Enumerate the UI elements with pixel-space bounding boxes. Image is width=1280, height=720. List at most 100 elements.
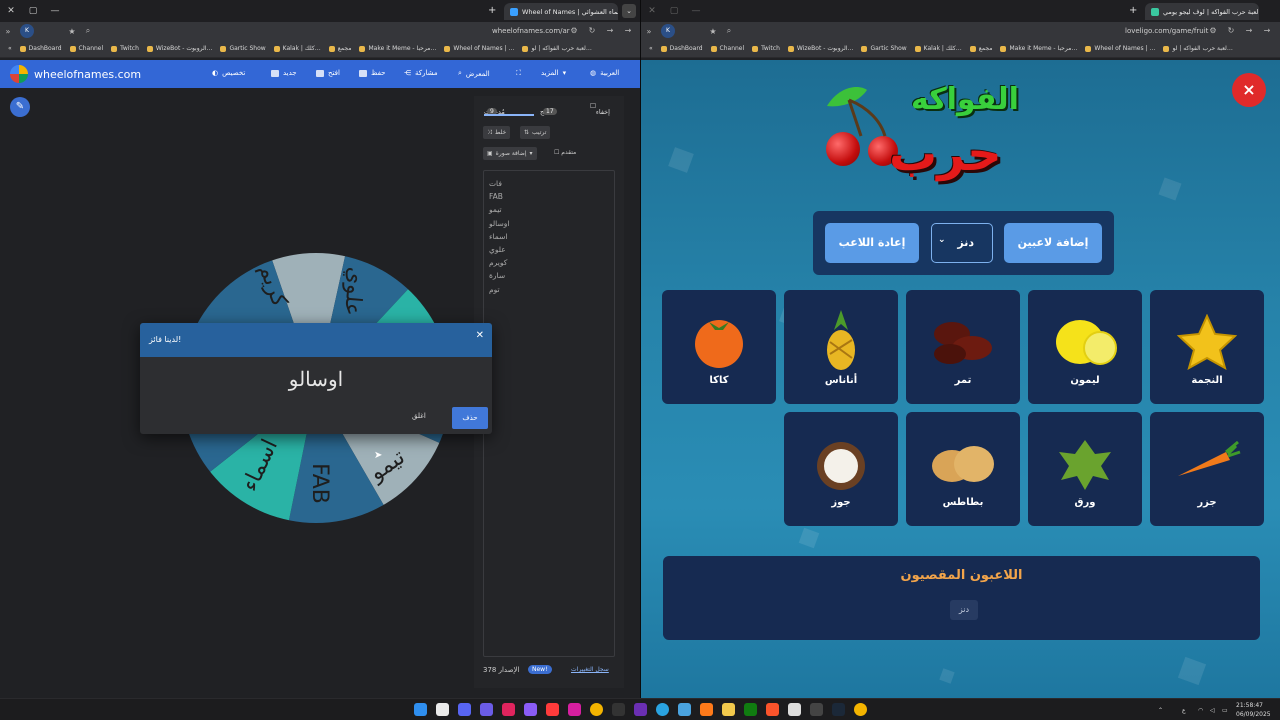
- open-button[interactable]: افتح: [316, 69, 340, 77]
- app-icon[interactable]: [634, 703, 647, 716]
- tray-chevron-icon[interactable]: ⌃: [1158, 707, 1163, 714]
- add-image-button[interactable]: ▣ إضافة صورة ▾: [483, 147, 537, 160]
- bookmark[interactable]: Make it Meme - مرحبا…: [1000, 45, 1077, 52]
- bookmark[interactable]: Twitch: [752, 45, 780, 52]
- tab-search-icon[interactable]: ⌄: [622, 4, 636, 18]
- close-game-button[interactable]: ×: [1232, 73, 1266, 107]
- new-tab-icon[interactable]: +: [1129, 5, 1137, 16]
- minimize-icon[interactable]: —: [685, 6, 707, 16]
- fruit-card-potatoes[interactable]: بطاطس: [906, 412, 1020, 526]
- customize-button[interactable]: ◐ تخصيص: [212, 69, 245, 77]
- add-players-button[interactable]: إضافة لاعبين: [1004, 223, 1102, 263]
- shuffle-button[interactable]: ⤨ خلط: [483, 126, 511, 139]
- bookmark[interactable]: لعبة حرب الفواكه | لو…: [1163, 45, 1232, 52]
- fruit-card-leaves[interactable]: ورق: [1028, 412, 1142, 526]
- minimize-icon[interactable]: —: [44, 6, 66, 16]
- extensions-icon[interactable]: »: [0, 27, 16, 36]
- maximize-icon[interactable]: ▢: [663, 6, 685, 16]
- back-icon[interactable]: →: [1259, 26, 1275, 35]
- entries-textarea[interactable]: فات FAB تيمو اوسالو اسماء علوي كويرم سار…: [483, 170, 615, 657]
- hide-toggle[interactable]: ☐ إخفاء: [590, 102, 610, 116]
- search-icon[interactable]: ⌕: [80, 26, 96, 36]
- close-dialog-button[interactable]: اغلق: [412, 412, 426, 420]
- bookmark[interactable]: DashBoard: [20, 45, 62, 52]
- app-icon[interactable]: [810, 703, 823, 716]
- bookmark[interactable]: Make it Meme - مرحبا…: [359, 45, 436, 52]
- url-text[interactable]: loveligo.com/game/fruit: [1125, 27, 1208, 35]
- close-window-icon[interactable]: ✕: [0, 6, 22, 16]
- xbox-icon[interactable]: [744, 703, 757, 716]
- all-bookmarks-icon[interactable]: «: [8, 45, 12, 52]
- clock-date[interactable]: 06/09/2025: [1236, 711, 1271, 718]
- changelog-link[interactable]: سجل التغييرات: [571, 666, 609, 673]
- bookmark[interactable]: Gartic Show: [220, 45, 265, 52]
- steam-icon[interactable]: [832, 703, 845, 716]
- app-icon[interactable]: [524, 703, 537, 716]
- bookmark[interactable]: Channel: [711, 45, 745, 52]
- instagram-icon[interactable]: [568, 703, 581, 716]
- brave-icon[interactable]: [766, 703, 779, 716]
- start-icon[interactable]: [414, 703, 427, 716]
- telegram-icon[interactable]: [656, 703, 669, 716]
- bookmark[interactable]: Gartic Show: [861, 45, 906, 52]
- bookmark[interactable]: مجمع: [970, 45, 993, 52]
- app-icon[interactable]: [480, 703, 493, 716]
- fruit-card-carrot[interactable]: جزر: [1150, 412, 1264, 526]
- reload-icon[interactable]: ↻: [584, 26, 600, 35]
- profile-icon[interactable]: K: [661, 24, 675, 38]
- app-title[interactable]: wheelofnames.com: [34, 68, 141, 81]
- more-button[interactable]: المزيد ▾: [541, 69, 566, 77]
- fruit-card-persimmon[interactable]: كاكا: [662, 290, 776, 404]
- back-icon[interactable]: →: [620, 26, 636, 35]
- extensions-icon[interactable]: »: [641, 27, 657, 36]
- bookmark[interactable]: Kalak | كلك…: [915, 45, 962, 52]
- new-tab-icon[interactable]: +: [488, 5, 496, 16]
- profile-icon[interactable]: K: [20, 24, 34, 38]
- fruit-card-lemon[interactable]: ليمون: [1028, 290, 1142, 404]
- bookmark[interactable]: لعبة حرب الفواكه | لو…: [522, 45, 591, 52]
- bookmark[interactable]: Wheel of Names | …: [1085, 45, 1155, 52]
- reload-icon[interactable]: ↻: [1223, 26, 1239, 35]
- site-settings-icon[interactable]: ⚙: [566, 26, 582, 35]
- site-settings-icon[interactable]: ⚙: [1205, 26, 1221, 35]
- gallery-button[interactable]: ⌕ المعرض: [458, 69, 490, 78]
- discord-icon[interactable]: [458, 703, 471, 716]
- sort-button[interactable]: ⇅ ترتيب: [520, 126, 551, 139]
- bookmark[interactable]: مجمع: [329, 45, 352, 52]
- chrome-icon[interactable]: [854, 703, 867, 716]
- app-icon[interactable]: [678, 703, 691, 716]
- bookmark-star-icon[interactable]: ★: [705, 27, 721, 36]
- bookmark[interactable]: Channel: [70, 45, 104, 52]
- new-button[interactable]: جديد: [271, 69, 297, 77]
- app-icon[interactable]: [502, 703, 515, 716]
- fruit-card-starfruit[interactable]: النجمة: [1150, 290, 1264, 404]
- forward-icon[interactable]: →: [1241, 26, 1257, 35]
- fruit-card-coconut[interactable]: جوز: [784, 412, 898, 526]
- battery-icon[interactable]: ▭: [1222, 707, 1228, 714]
- language-button[interactable]: ◍ العربية: [590, 69, 619, 77]
- fruit-card-dates[interactable]: تمر: [906, 290, 1020, 404]
- search-icon[interactable]: ⌕: [721, 26, 737, 36]
- tab-wheelofnames[interactable]: Wheel of Names | دولاب الأسماء العشوائي: [504, 3, 618, 20]
- all-bookmarks-icon[interactable]: «: [649, 45, 653, 52]
- youtube-icon[interactable]: [546, 703, 559, 716]
- player-select[interactable]: دنز ⌄: [931, 223, 993, 263]
- url-text[interactable]: wheelofnames.com/ar: [492, 27, 570, 35]
- clock-time[interactable]: 21:58:47: [1236, 702, 1263, 709]
- app-icon[interactable]: [612, 703, 625, 716]
- chrome-icon[interactable]: [590, 703, 603, 716]
- edit-pencil-icon[interactable]: ✎: [10, 97, 30, 117]
- maximize-icon[interactable]: ▢: [22, 6, 44, 16]
- reset-player-button[interactable]: إعادة اللاعب: [825, 223, 919, 263]
- save-button[interactable]: حفظ: [359, 69, 386, 77]
- bookmark-star-icon[interactable]: ★: [64, 27, 80, 36]
- fullscreen-icon[interactable]: ⛶: [516, 69, 521, 78]
- app-icon[interactable]: [700, 703, 713, 716]
- bookmark[interactable]: Twitch: [111, 45, 139, 52]
- tab-fruit-game[interactable]: لعبة حرب الفواكه | لوف ليجو يومي: [1145, 3, 1259, 20]
- remove-winner-button[interactable]: حذف: [452, 407, 488, 429]
- calendar-icon[interactable]: [436, 703, 449, 716]
- language-indicator[interactable]: ع: [1182, 707, 1186, 714]
- wheel-logo-icon[interactable]: [10, 65, 28, 83]
- advanced-toggle[interactable]: ☐ متقدم: [554, 149, 576, 156]
